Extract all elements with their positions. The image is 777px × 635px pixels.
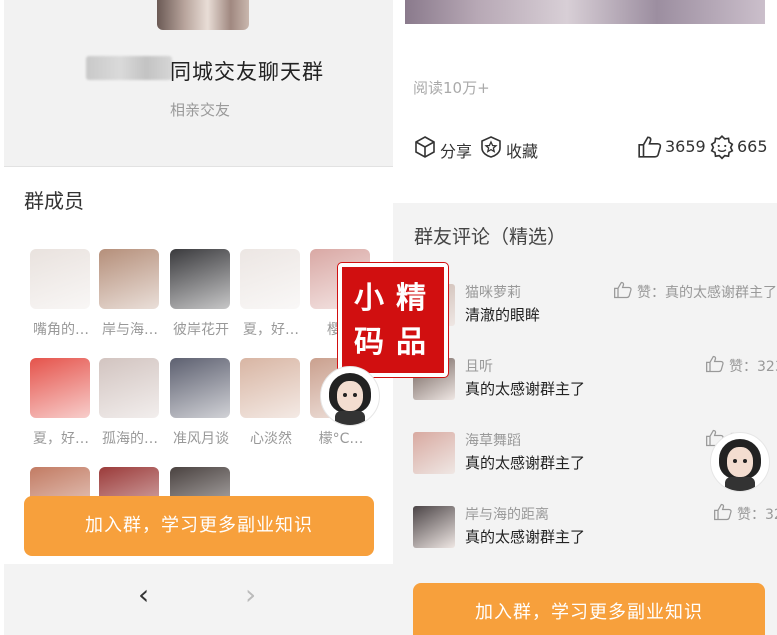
member-avatar — [99, 358, 159, 418]
member-avatar — [30, 358, 90, 418]
member-item[interactable]: 嘴角的… — [30, 249, 92, 341]
group-detail-panel: 同城交友聊天群 相亲交友 群成员 嘴角的…岸与海…彼岸花开夏，好…樱桃夏，好…孤… — [0, 0, 393, 635]
comment-like-count: 赞：32 — [737, 507, 777, 523]
comment-text: 清澈的眼眸 — [465, 306, 541, 324]
member-name: 夏，好… — [33, 431, 89, 447]
comments-section — [393, 203, 777, 635]
article-panel: 阅读10万+ 分享 收藏 3659 665 群友评论（精选） 猫咪萝莉清澈的眼眸… — [393, 0, 777, 635]
member-item[interactable]: 夏，好… — [240, 249, 302, 341]
thumbs-up-icon[interactable] — [705, 354, 725, 374]
member-item[interactable]: 岸与海… — [99, 249, 161, 341]
member-avatar — [240, 249, 300, 309]
comment-like-count: 赞：真的太感谢群主了 — [637, 285, 777, 301]
member-item[interactable]: 准风月谈 — [170, 358, 232, 450]
comments-title: 群友评论（精选） — [414, 226, 567, 248]
join-group-button[interactable]: 加入群，学习更多副业知识 — [24, 496, 374, 556]
member-name: 岸与海… — [102, 322, 158, 338]
thumbs-up-icon[interactable] — [637, 134, 663, 160]
comment-text: 真的太感谢群主了 — [465, 454, 586, 472]
member-name: 夏，好… — [243, 322, 299, 338]
member-avatar — [99, 249, 159, 309]
comment-item: 且听真的太感谢群主了 赞：323 — [413, 355, 777, 418]
stamp-char: 品 — [396, 325, 426, 360]
member-avatar — [170, 358, 230, 418]
comment-text: 真的太感谢群主了 — [465, 528, 586, 546]
commenter-name: 且听 — [465, 359, 493, 375]
stamp-char: 精 — [396, 281, 426, 316]
comment-like-count: 赞：323 — [729, 359, 777, 375]
article-image — [405, 0, 765, 24]
member-avatar — [170, 249, 230, 309]
group-avatar — [157, 0, 249, 30]
bottom-nav — [4, 564, 393, 635]
join-group-button-2[interactable]: 加入群，学习更多副业知识 — [413, 583, 765, 635]
member-name: 嘴角的… — [33, 322, 89, 338]
stamp-char: 小 — [354, 281, 384, 316]
read-count: 阅读10万+ — [413, 79, 490, 97]
group-name: 同城交友聊天群 — [170, 60, 324, 84]
assistant-avatar[interactable] — [320, 366, 380, 426]
commenter-name: 猫咪萝莉 — [465, 285, 521, 301]
member-avatar — [240, 358, 300, 418]
share-button[interactable]: 分享 — [440, 138, 472, 162]
comment-item: 岸与海的距离真的太感谢群主了 赞：32 — [413, 503, 777, 566]
thumbs-up-icon[interactable] — [613, 280, 633, 300]
seal-stamp: 小精码品 — [338, 263, 448, 377]
member-item[interactable]: 彼岸花开 — [170, 249, 232, 341]
comment-item: 猫咪萝莉清澈的眼眸 赞：真的太感谢群主了 — [413, 281, 777, 344]
thumbs-up-icon[interactable] — [713, 502, 733, 522]
member-name: 檬°C… — [318, 431, 364, 447]
favorite-icon[interactable] — [479, 135, 503, 159]
wow-reaction-icon[interactable] — [709, 134, 735, 160]
member-name: 准风月谈 — [173, 431, 229, 447]
member-avatar — [30, 249, 90, 309]
member-name: 孤海的… — [102, 431, 158, 447]
commenter-avatar — [413, 506, 455, 548]
member-item[interactable]: 心淡然 — [240, 358, 302, 450]
group-subtitle: 相亲交友 — [170, 101, 231, 119]
like-count: 3659 — [665, 137, 706, 156]
stamp-char: 码 — [354, 325, 384, 360]
box-share-icon[interactable] — [413, 135, 437, 159]
member-name: 彼岸花开 — [173, 322, 229, 338]
comment-text: 真的太感谢群主了 — [465, 380, 586, 398]
members-title: 群成员 — [24, 189, 84, 213]
commenter-avatar — [413, 432, 455, 474]
back-arrow-icon[interactable]: ‹ — [138, 578, 149, 611]
member-item[interactable]: 夏，好… — [30, 358, 92, 450]
forward-arrow-icon[interactable]: › — [245, 578, 256, 611]
group-header: 同城交友聊天群 相亲交友 — [4, 0, 393, 167]
member-item[interactable]: 孤海的… — [99, 358, 161, 450]
assistant-avatar-2[interactable] — [710, 432, 770, 492]
blurred-city-name — [86, 56, 172, 80]
commenter-name: 岸与海的距离 — [465, 507, 549, 523]
commenter-name: 海草舞蹈 — [465, 433, 521, 449]
favorite-button[interactable]: 收藏 — [506, 138, 538, 162]
wow-count: 665 — [737, 137, 768, 156]
member-name: 心淡然 — [250, 431, 292, 447]
